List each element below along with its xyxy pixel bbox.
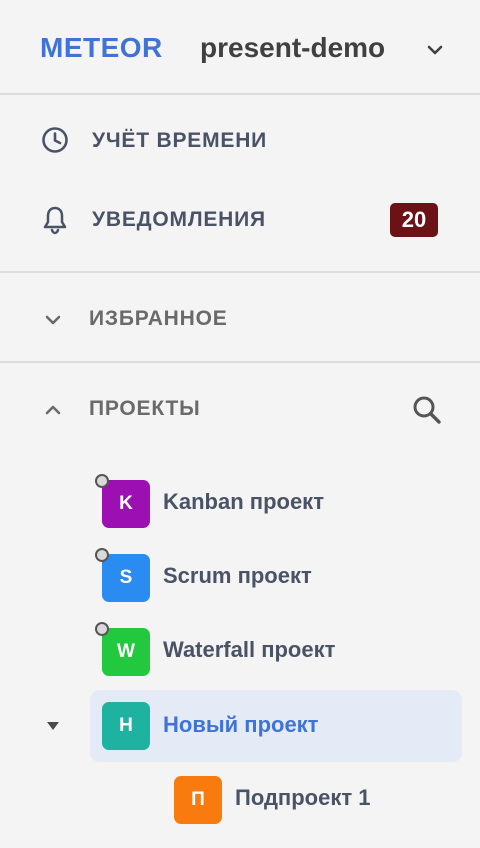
project-name: Подпроект 1 bbox=[235, 785, 371, 810]
project-avatar: П bbox=[174, 776, 222, 824]
clock-icon bbox=[42, 127, 68, 153]
section-label: ИЗБРАННОЕ bbox=[89, 307, 228, 330]
project-name: Waterfall проект bbox=[163, 637, 336, 662]
status-dot bbox=[95, 622, 109, 636]
workspace-name[interactable]: present-demo bbox=[200, 32, 385, 64]
section-label: ПРОЕКТЫ bbox=[89, 397, 201, 420]
project-item-waterfall[interactable]: W Waterfall проект bbox=[90, 622, 462, 680]
chevron-up-icon[interactable] bbox=[42, 399, 64, 421]
project-name: Kanban проект bbox=[163, 489, 324, 514]
workspace-header[interactable]: METEOR present-demo bbox=[0, 0, 480, 95]
caret-down-icon[interactable] bbox=[45, 718, 61, 734]
menu-item-label: УВЕДОМЛЕНИЯ bbox=[92, 208, 266, 231]
project-item-new-project[interactable]: H Новый проект bbox=[90, 690, 462, 762]
notification-count-badge: 20 bbox=[390, 203, 438, 237]
project-avatar: H bbox=[102, 702, 150, 750]
project-avatar: S bbox=[102, 554, 150, 602]
project-name: Scrum проект bbox=[163, 563, 312, 588]
menu-item-label: УЧЁТ ВРЕМЕНИ bbox=[92, 129, 268, 152]
section-projects[interactable]: ПРОЕКТЫ bbox=[0, 381, 480, 437]
divider bbox=[0, 271, 480, 273]
search-icon[interactable] bbox=[410, 393, 444, 427]
project-name: Новый проект bbox=[163, 712, 319, 737]
bell-icon bbox=[43, 206, 67, 235]
project-avatar: W bbox=[102, 628, 150, 676]
divider bbox=[0, 361, 480, 363]
section-favorites[interactable]: ИЗБРАННОЕ bbox=[0, 291, 480, 347]
project-item-kanban[interactable]: K Kanban проект bbox=[90, 474, 462, 532]
menu-item-notifications[interactable]: УВЕДОМЛЕНИЯ 20 bbox=[0, 192, 480, 248]
chevron-down-icon[interactable] bbox=[42, 309, 64, 331]
sidebar: METEOR present-demo УЧЁТ ВРЕМЕНИ УВЕДОМЛ… bbox=[0, 0, 480, 848]
brand-logo: METEOR bbox=[40, 32, 163, 63]
chevron-down-icon[interactable] bbox=[425, 40, 445, 60]
status-dot bbox=[95, 474, 109, 488]
menu-item-time-tracking[interactable]: УЧЁТ ВРЕМЕНИ bbox=[0, 113, 480, 169]
project-item-subproject-1[interactable]: П Подпроект 1 bbox=[162, 772, 462, 828]
project-item-scrum[interactable]: S Scrum проект bbox=[90, 548, 462, 606]
status-dot bbox=[95, 548, 109, 562]
project-avatar: K bbox=[102, 480, 150, 528]
